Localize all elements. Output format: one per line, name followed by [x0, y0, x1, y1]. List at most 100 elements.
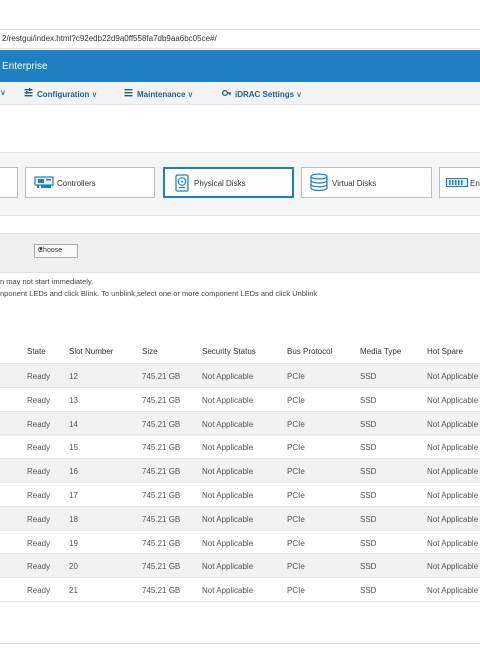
menu-item-idrac-settings[interactable]: iDRAC Settings ∨ [221, 88, 302, 99]
cell-hot-spare: Not Applicable [427, 467, 479, 477]
cell-security-status: Not Applicable [202, 372, 254, 381]
cell-slot-number: 20 [69, 562, 78, 572]
column-header-size[interactable]: Size [142, 347, 158, 356]
cell-size: 745.21 GB [142, 562, 181, 572]
cell-hot-spare: Not Applicable [427, 514, 479, 524]
table-row[interactable]: Ready 12 745.21 GB Not Applicable PCIe SSD Not… [0, 363, 480, 388]
cell-slot-number: 21 [69, 586, 78, 596]
cell-size: 745.21 GB [142, 538, 181, 548]
cell-bus-protocol: PCIe [287, 586, 305, 596]
cell-state: Ready [27, 514, 51, 524]
column-header-hot-spare[interactable]: Hot Spare [427, 347, 463, 356]
cell-state: Ready [27, 467, 51, 477]
cell-media-type: SSD [360, 467, 377, 477]
physical-disk-icon [175, 174, 189, 194]
cell-slot-number: 15 [69, 443, 78, 453]
maintenance-icon [124, 88, 133, 99]
cell-hot-spare: Not Applicable [427, 491, 479, 500]
cell-hot-spare: Not Applicable [427, 538, 479, 548]
tile-label-physical-disks: Physical Disks [194, 179, 246, 188]
column-header-bus-protocol[interactable]: Bus Protocol [287, 347, 332, 356]
controller-card-icon [34, 176, 54, 191]
product-title: Enterprise [2, 61, 48, 72]
cell-security-status: Not Applicable [202, 562, 254, 572]
tile-physical-disks[interactable]: Physical Disks [163, 167, 294, 198]
table-row[interactable]: Ready 19 745.21 GB Not Applicable PCIe SSD Not… [0, 529, 480, 555]
column-header-slot-number[interactable]: Slot Number [69, 347, 113, 356]
table-row[interactable]: Ready 17 745.21 GB Not Applicable PCIe SSD Not… [0, 482, 480, 507]
cell-bus-protocol: PCIe [287, 372, 305, 381]
cell-state: Ready [27, 443, 51, 453]
cell-size: 745.21 GB [142, 514, 181, 524]
menu-item-configuration[interactable]: Configuration ∨ [24, 88, 97, 99]
cell-bus-protocol: PCIe [287, 395, 305, 405]
cell-state: Ready [27, 419, 51, 429]
cell-security-status: Not Applicable [202, 443, 254, 453]
table-row[interactable]: Ready 18 745.21 GB Not Applicable PCIe SSD Not… [0, 505, 480, 531]
tile-controllers[interactable]: Controllers [25, 167, 155, 198]
cell-bus-protocol: PCIe [287, 514, 305, 524]
cell-size: 745.21 GB [142, 395, 181, 405]
cell-media-type: SSD [360, 443, 377, 453]
menu-label-idrac-settings: iDRAC Settings [235, 90, 295, 99]
menu-label-configuration: Configuration [37, 90, 90, 99]
cell-size: 745.21 GB [142, 443, 181, 453]
disk-table-header: State Slot Number Size Security Status B… [0, 340, 480, 362]
main-menu: ∨ Configuration ∨ Maintenance ∨ iDRAC Sett… [0, 82, 480, 105]
action-select[interactable]: Choose ▼ [34, 244, 78, 258]
menu-label-maintenance: Maintenance [137, 90, 186, 99]
table-row[interactable]: Ready 14 745.21 GB Not Applicable PCIe SSD Not… [0, 410, 480, 436]
url-text[interactable]: 2/restgui/index.html?c92edb22d9a0ff558fa… [2, 34, 217, 43]
chevron-down-icon: ∨ [296, 90, 302, 99]
cell-state: Ready [27, 372, 51, 381]
address-bar[interactable]: 2/restgui/index.html?c92edb22d9a0ff558fa… [0, 29, 480, 49]
tile-overview[interactable] [0, 167, 18, 198]
cell-slot-number: 16 [69, 467, 78, 477]
cell-media-type: SSD [360, 372, 377, 381]
tile-enclosures[interactable]: En [439, 167, 480, 198]
cell-state: Ready [27, 586, 51, 596]
cell-hot-spare: Not Applicable [427, 586, 479, 596]
cell-bus-protocol: PCIe [287, 419, 305, 429]
menu-prev-chevron-icon[interactable]: ∨ [0, 88, 6, 97]
cell-media-type: SSD [360, 514, 377, 524]
cell-size: 745.21 GB [142, 467, 181, 477]
cell-media-type: SSD [360, 538, 377, 548]
cell-size: 745.21 GB [142, 586, 181, 596]
cell-state: Ready [27, 562, 51, 572]
column-header-media-type[interactable]: Media Type [360, 347, 401, 356]
table-row[interactable]: Ready 20 745.21 GB Not Applicable PCIe SSD Not… [0, 553, 480, 579]
tile-virtual-disks[interactable]: Virtual Disks [301, 167, 432, 198]
table-row[interactable]: Ready 21 745.21 GB Not Applicable PCIe SSD Not… [0, 577, 480, 602]
cell-size: 745.21 GB [142, 419, 181, 429]
menu-item-maintenance[interactable]: Maintenance ∨ [124, 88, 193, 99]
table-row[interactable]: Ready 15 745.21 GB Not Applicable PCIe SSD Not… [0, 434, 480, 459]
tile-label-controllers: Controllers [57, 179, 96, 188]
cell-media-type: SSD [360, 586, 377, 596]
table-row[interactable]: Ready 16 745.21 GB Not Applicable PCIe SSD Not… [0, 458, 480, 484]
cell-bus-protocol: PCIe [287, 562, 305, 572]
column-header-state[interactable]: State [27, 347, 46, 356]
cell-slot-number: 14 [69, 419, 78, 429]
cell-hot-spare: Not Applicable [427, 419, 479, 429]
cell-hot-spare: Not Applicable [427, 395, 479, 405]
cell-size: 745.21 GB [142, 491, 181, 500]
cell-bus-protocol: PCIe [287, 443, 305, 453]
cell-size: 745.21 GB [142, 372, 181, 381]
cell-bus-protocol: PCIe [287, 467, 305, 477]
cell-security-status: Not Applicable [202, 395, 254, 405]
cell-security-status: Not Applicable [202, 467, 254, 477]
cell-security-status: Not Applicable [202, 586, 254, 596]
enclosure-icon [445, 177, 469, 189]
cell-security-status: Not Applicable [202, 491, 254, 500]
cell-slot-number: 13 [69, 395, 78, 405]
cell-media-type: SSD [360, 419, 377, 429]
tile-label-virtual-disks: Virtual Disks [332, 179, 377, 188]
virtual-disks-icon [310, 173, 328, 194]
cell-bus-protocol: PCIe [287, 538, 305, 548]
cell-slot-number: 12 [69, 372, 78, 381]
table-row[interactable]: Ready 13 745.21 GB Not Applicable PCIe SSD Not… [0, 386, 480, 412]
table-bottom-divider [0, 601, 480, 602]
cell-security-status: Not Applicable [202, 419, 254, 429]
column-header-security-status[interactable]: Security Status [202, 347, 256, 356]
